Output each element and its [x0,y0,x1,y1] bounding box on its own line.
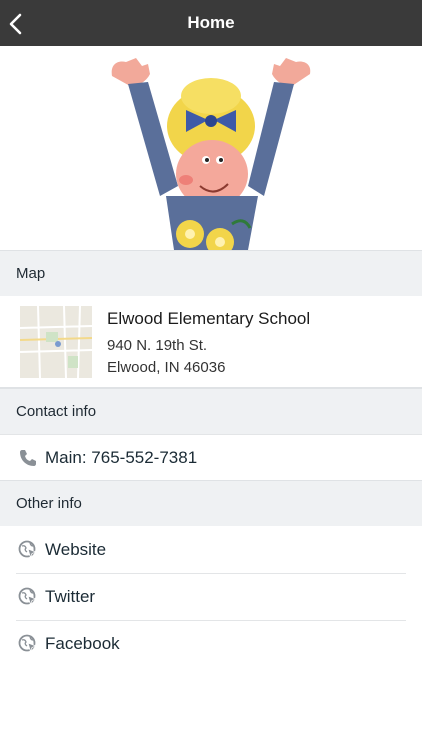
website-link-label: Website [45,540,107,559]
school-address: 940 N. 19th St. Elwood, IN 46036 [107,335,225,379]
phone-row[interactable]: Main: 765-552-7381 [0,434,422,480]
website-link-row[interactable]: Website [0,527,422,573]
mascot-illustration [111,58,311,250]
other-info-section-header: Other info [0,480,422,526]
address-line-2: Elwood, IN 46036 [107,359,226,376]
facebook-link-row[interactable]: Facebook [0,621,422,667]
globe-cursor-icon [18,634,38,653]
section-title-map: Map [16,265,46,282]
map-preview-graphic [20,306,92,378]
phone-label: Main: 765-552-7381 [45,448,198,467]
school-name: Elwood Elementary School [107,309,311,328]
twitter-link-row[interactable]: Twitter [0,574,422,620]
globe-cursor-icon [18,540,38,559]
map-location-row[interactable]: Elwood Elementary School 940 N. 19th St.… [0,296,422,388]
map-section-header: Map [0,250,422,296]
address-line-1: 940 N. 19th St. [107,337,208,354]
facebook-link-label: Facebook [45,634,120,653]
globe-cursor-icon [18,587,38,606]
top-bar: Home [0,0,422,46]
hero-image [0,46,422,250]
page-title: Home [187,13,235,32]
section-title-contact: Contact info [16,403,97,420]
map-thumbnail[interactable] [20,306,92,378]
phone-icon [20,450,36,466]
contact-section-header: Contact info [0,388,422,434]
section-title-other: Other info [16,495,82,512]
twitter-link-label: Twitter [45,587,96,606]
